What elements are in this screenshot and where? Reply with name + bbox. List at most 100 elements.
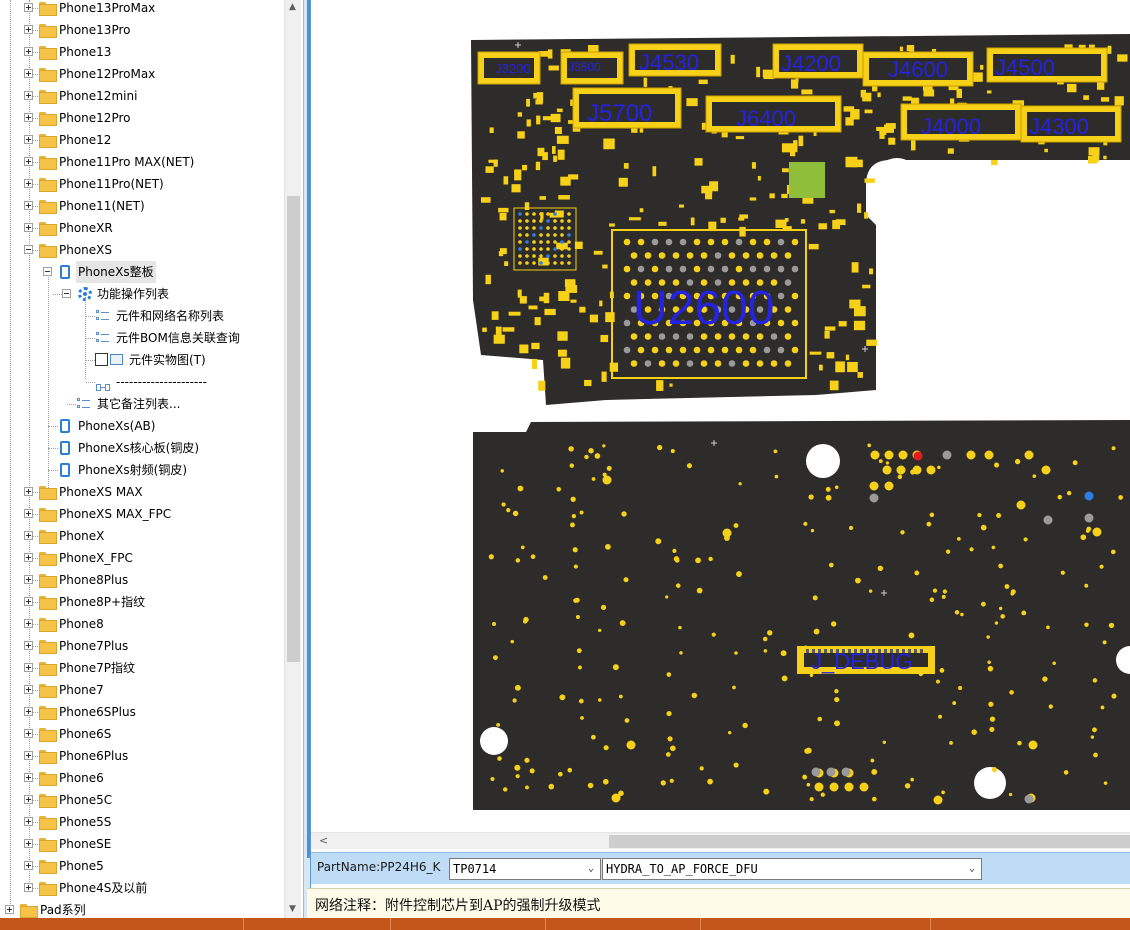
tree-item[interactable]: Phone7Plus xyxy=(0,635,284,657)
expand-icon[interactable] xyxy=(24,641,33,650)
pcb-test-point xyxy=(655,538,662,545)
tree-item[interactable]: Phone11(NET) xyxy=(0,195,284,217)
pcb-test-pad xyxy=(814,782,824,792)
expand-icon[interactable] xyxy=(24,69,33,78)
tree-item-board[interactable]: PhoneXs核心板(铜皮) xyxy=(0,437,284,459)
tree-item-other-notes[interactable]: 其它备注列表... xyxy=(0,393,284,415)
collapse-icon[interactable] xyxy=(43,267,52,276)
board-horizontal-scrollbar[interactable]: < xyxy=(311,832,1130,849)
expand-icon[interactable] xyxy=(24,487,33,496)
tree-item[interactable]: Phone12mini xyxy=(0,85,284,107)
tree-item[interactable]: Phone5 xyxy=(0,855,284,877)
expand-icon[interactable] xyxy=(24,223,33,232)
tree-item[interactable]: PhoneXR xyxy=(0,217,284,239)
pcb-pad xyxy=(850,109,860,120)
expand-icon[interactable] xyxy=(24,91,33,100)
tree-item[interactable]: Phone7P指纹 xyxy=(0,657,284,679)
net-select[interactable]: HYDRA_TO_AP_FORCE_DFU ⌄ xyxy=(602,858,982,880)
collapse-icon[interactable] xyxy=(24,245,33,254)
pcb-ball xyxy=(525,219,529,223)
tree-item[interactable]: Phone5S xyxy=(0,811,284,833)
expand-icon[interactable] xyxy=(24,839,33,848)
tree-item[interactable]: PhoneXS xyxy=(0,239,284,261)
testpoint-select[interactable]: TP0714 ⌄ xyxy=(449,858,601,880)
tree-item[interactable]: Phone6 xyxy=(0,767,284,789)
scroll-left-arrow-icon[interactable]: < xyxy=(319,834,328,847)
expand-icon[interactable] xyxy=(24,25,33,34)
expand-icon[interactable] xyxy=(24,685,33,694)
tree-item[interactable]: PhoneSE xyxy=(0,833,284,855)
tree-item[interactable]: Phone12 xyxy=(0,129,284,151)
pcb-ball xyxy=(560,219,564,223)
board-scroll-thumb[interactable] xyxy=(609,835,1130,848)
tree-item-function-group[interactable]: 功能操作列表 xyxy=(0,283,284,379)
expand-icon[interactable] xyxy=(24,751,33,760)
scroll-down-arrow-icon[interactable]: ▼ xyxy=(289,904,296,914)
expand-icon[interactable] xyxy=(24,3,33,12)
tree-item-function[interactable]: 元件BOM信息关联查询 xyxy=(0,327,284,349)
tree-item-function[interactable]: 元件实物图(T) xyxy=(0,349,284,371)
expand-icon[interactable] xyxy=(24,597,33,606)
expand-icon[interactable] xyxy=(24,861,33,870)
tree-item-board-selected[interactable]: PhoneXs整板 xyxy=(0,261,284,492)
tree-item[interactable]: Phone6SPlus xyxy=(0,701,284,723)
expand-icon[interactable] xyxy=(24,157,33,166)
tree-item[interactable]: PhoneX_FPC xyxy=(0,547,284,569)
expand-icon[interactable] xyxy=(24,531,33,540)
scroll-up-arrow-icon[interactable]: ▲ xyxy=(289,2,296,12)
pcb-canvas[interactable]: J3200 J3500 J4530 J4200 J4600 J4500 J5700 J6400… xyxy=(311,0,1130,832)
tree-item[interactable]: PhoneX xyxy=(0,525,284,547)
tree-item-function[interactable]: --------------------- xyxy=(0,371,284,393)
tree-item[interactable]: Phone4S及以前 xyxy=(0,877,284,899)
tree-item[interactable]: Phone6Plus xyxy=(0,745,284,767)
expand-icon[interactable] xyxy=(24,707,33,716)
expand-icon[interactable] xyxy=(24,553,33,562)
pcb-connector-label: J4300 xyxy=(1029,114,1089,139)
tree-item-function[interactable]: 元件和网络名称列表 xyxy=(0,305,284,327)
expand-icon[interactable] xyxy=(24,619,33,628)
tree-item[interactable]: Phone13Pro xyxy=(0,19,284,41)
expand-icon[interactable] xyxy=(5,905,14,914)
tree-item[interactable]: Phone5C xyxy=(0,789,284,811)
expand-icon[interactable] xyxy=(24,135,33,144)
tree-item[interactable]: Phone11Pro(NET) xyxy=(0,173,284,195)
tree-scroll-thumb[interactable] xyxy=(287,196,300,662)
tree-item[interactable]: PhoneXS MAX_FPC xyxy=(0,503,284,525)
expand-icon[interactable] xyxy=(24,883,33,892)
expand-icon[interactable] xyxy=(24,729,33,738)
checkbox[interactable] xyxy=(95,353,108,366)
tree-item[interactable]: Phone13ProMax xyxy=(0,0,284,19)
tree-item[interactable]: Phone6S xyxy=(0,723,284,745)
expand-icon[interactable] xyxy=(24,47,33,56)
collapse-icon[interactable] xyxy=(62,289,71,298)
pcb-test-point xyxy=(606,465,612,471)
tree-item[interactable]: Phone11Pro MAX(NET) xyxy=(0,151,284,173)
expand-icon[interactable] xyxy=(24,575,33,584)
tree-item[interactable]: Phone7 xyxy=(0,679,284,701)
expand-icon[interactable] xyxy=(24,509,33,518)
tree-vertical-scrollbar[interactable]: ▲ ▼ xyxy=(284,0,301,918)
expand-icon[interactable] xyxy=(24,179,33,188)
expand-icon[interactable] xyxy=(24,773,33,782)
tree-item-board[interactable]: PhoneXs射频(铜皮) xyxy=(0,459,284,481)
expand-icon[interactable] xyxy=(24,817,33,826)
pcb-board-view[interactable]: J3200 J3500 J4530 J4200 J4600 J4500 J5700 J6400… xyxy=(311,0,1130,832)
tree-item[interactable]: Phone8P+指纹 xyxy=(0,591,284,613)
pcb-test-point xyxy=(597,698,602,702)
tree-item[interactable]: Phone8Plus xyxy=(0,569,284,591)
expand-icon[interactable] xyxy=(24,113,33,122)
tree-item[interactable]: PhoneXS MAX xyxy=(0,481,284,503)
expand-icon[interactable] xyxy=(24,201,33,210)
chevron-down-icon[interactable]: ⌄ xyxy=(584,859,598,879)
tree-item-pad-series[interactable]: Pad系列 xyxy=(0,899,284,918)
tree-item[interactable]: Phone12Pro xyxy=(0,107,284,129)
device-tree[interactable]: Phone13ProMax Phone13Pro Phone13 Phone12Pro… xyxy=(0,0,303,918)
tree-item-board[interactable]: PhoneXs(AB) xyxy=(0,415,284,437)
tree-item[interactable]: Phone13 xyxy=(0,41,284,63)
expand-icon[interactable] xyxy=(24,795,33,804)
tree-item[interactable]: Phone12ProMax xyxy=(0,63,284,85)
expand-icon[interactable] xyxy=(24,663,33,672)
tree-item[interactable]: Phone8 xyxy=(0,613,284,635)
pcb-pad xyxy=(790,79,799,89)
chevron-down-icon[interactable]: ⌄ xyxy=(965,859,979,879)
